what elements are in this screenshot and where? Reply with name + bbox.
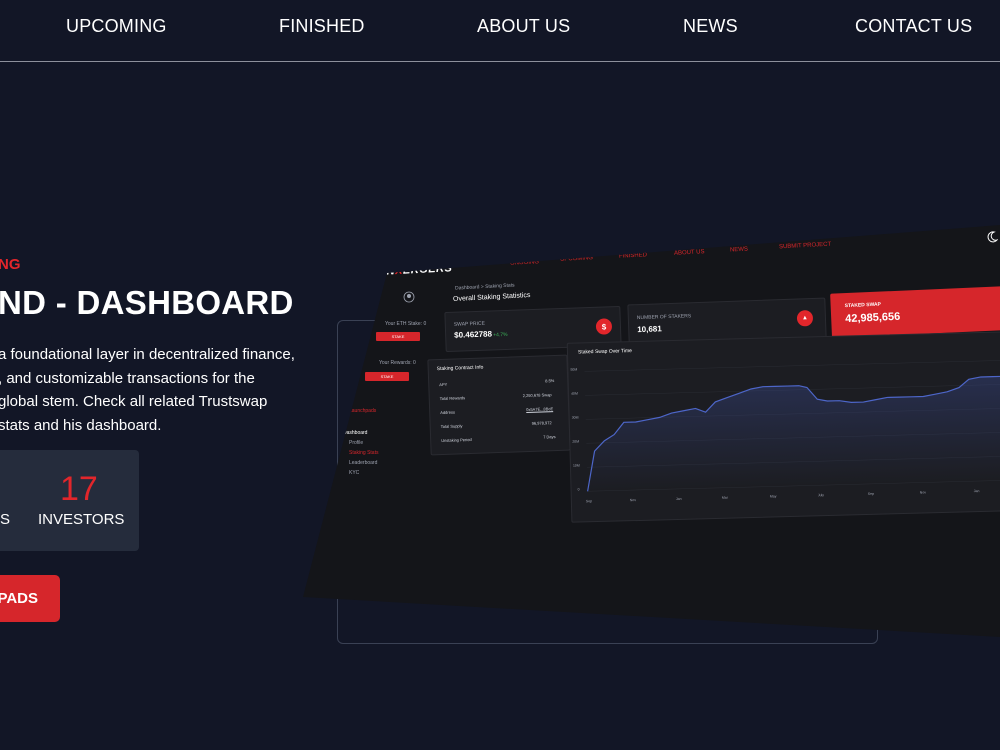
y-tick: 40M (571, 391, 578, 396)
dashboard-preview: INXERGERS ONGOING UPCOMING FINISHED ABOU… (303, 225, 1000, 637)
contract-row-val: 2,250,678 Swap (522, 392, 552, 399)
staked-value: 42,985,656 (844, 310, 901, 326)
sidebar-item-kyc: KYC (349, 470, 360, 476)
hero-description: a foundational layer in decentralized fi… (0, 346, 295, 434)
x-tick: Mar (721, 495, 728, 500)
y-tick: 0 (577, 487, 580, 492)
dash-nav-about: ABOUT US (673, 249, 705, 257)
sidebar-item-staking: Staking Stats (349, 450, 379, 456)
dash-nav-upcoming: UPCOMING (559, 255, 594, 263)
contract-row-val: 8.5% (545, 378, 555, 384)
investors-count: 17 (60, 470, 98, 508)
hero-title: ND - DASHBOARD (0, 284, 294, 321)
contract-title: Staking Contract Info (436, 364, 484, 373)
sidebar-stake-button-2: STAKE (365, 372, 409, 381)
stakers-label: NUMBER OF STAKERS (636, 313, 692, 322)
nav-about-us[interactable]: ABOUT US (477, 16, 570, 37)
dashboard-logo: INXERGERS (382, 262, 453, 278)
nav-contact-us[interactable]: CONTACT US (855, 16, 972, 37)
eth-stake-label: Your ETH Stake: 0 (385, 321, 427, 327)
staked-label: STAKED SWAP (844, 301, 882, 310)
stakers-value: 10,681 (637, 324, 662, 335)
swap-price-label: SWAP PRICE (453, 320, 486, 328)
contract-row-val: 7 Days (543, 434, 556, 440)
rewards-label: Your Rewards: 0 (379, 360, 416, 366)
contract-row-key: Total Supply (440, 423, 463, 430)
staked-chart-panel: Staked Swap Over Time 50M 40M 30M 20M 10… (566, 331, 1000, 523)
x-tick: Sep (867, 491, 875, 496)
contract-row-val: 0x5A7E...8BcE (526, 406, 554, 413)
hero-eyebrow: NG (0, 256, 21, 273)
sidebar-launchpads: Launchpads (349, 408, 377, 414)
dash-nav-finished: FINISHED (618, 252, 648, 260)
stat-label-partial: TS (0, 511, 10, 528)
nav-finished[interactable]: FINISHED (279, 16, 365, 37)
sidebar-item-leaderboard: Leaderboard (349, 460, 378, 466)
x-tick: May (769, 494, 777, 499)
x-tick: Nov (919, 490, 927, 495)
contract-row-val: 96,978,972 (531, 420, 552, 426)
users-icon: ▲ (796, 310, 814, 327)
stats-card: TS 17 INVESTORS (0, 450, 139, 551)
x-tick: Jan (973, 489, 980, 494)
nav-upcoming[interactable]: UPCOMING (66, 16, 167, 37)
swap-price-change: +4.7% (493, 331, 508, 339)
contract-row-key: Total Rewards (439, 395, 466, 402)
y-tick: 50M (570, 367, 578, 372)
sidebar-item-profile: Profile (349, 440, 364, 446)
dash-page-title: Overall Staking Statistics (452, 291, 531, 304)
staked-swap-card: STAKED SWAP 42,985,656 (830, 286, 1000, 338)
x-tick: Jan (675, 496, 682, 501)
launchpads-button[interactable]: PADS (0, 575, 60, 622)
swap-price-value: $0.462788 (454, 329, 493, 340)
contract-row-key: Unstaking Period (441, 436, 472, 444)
contract-info-panel: Staking Contract Info APY 8.5% Total Rew… (427, 354, 571, 456)
dash-breadcrumb: Dashboard > Staking Stats (454, 282, 515, 292)
staked-line-chart (584, 359, 1000, 492)
dash-nav-ongoing: ONGOING (509, 259, 540, 267)
moon-icon (987, 231, 998, 243)
sidebar-dashboard: Dashboard (343, 430, 368, 436)
dash-nav-submit: SUBMIT PROJECT (778, 241, 832, 251)
y-tick: 10M (572, 463, 580, 468)
nav-news[interactable]: NEWS (683, 16, 738, 37)
dollar-icon: $ (595, 318, 613, 335)
investors-label: INVESTORS (38, 511, 125, 528)
x-tick: Sep (585, 499, 593, 504)
user-avatar-icon (403, 291, 415, 303)
dash-nav-news: NEWS (729, 246, 749, 254)
x-tick: Nov (629, 498, 637, 503)
contract-row-key: Address (440, 409, 455, 416)
x-tick: July (817, 493, 825, 498)
y-tick: 20M (572, 439, 580, 444)
contract-row-key: APY (439, 381, 448, 388)
top-nav: UPCOMING FINISHED ABOUT US NEWS CONTACT … (0, 0, 1000, 62)
y-tick: 30M (571, 415, 579, 420)
sidebar-stake-button: STAKE (376, 332, 420, 341)
